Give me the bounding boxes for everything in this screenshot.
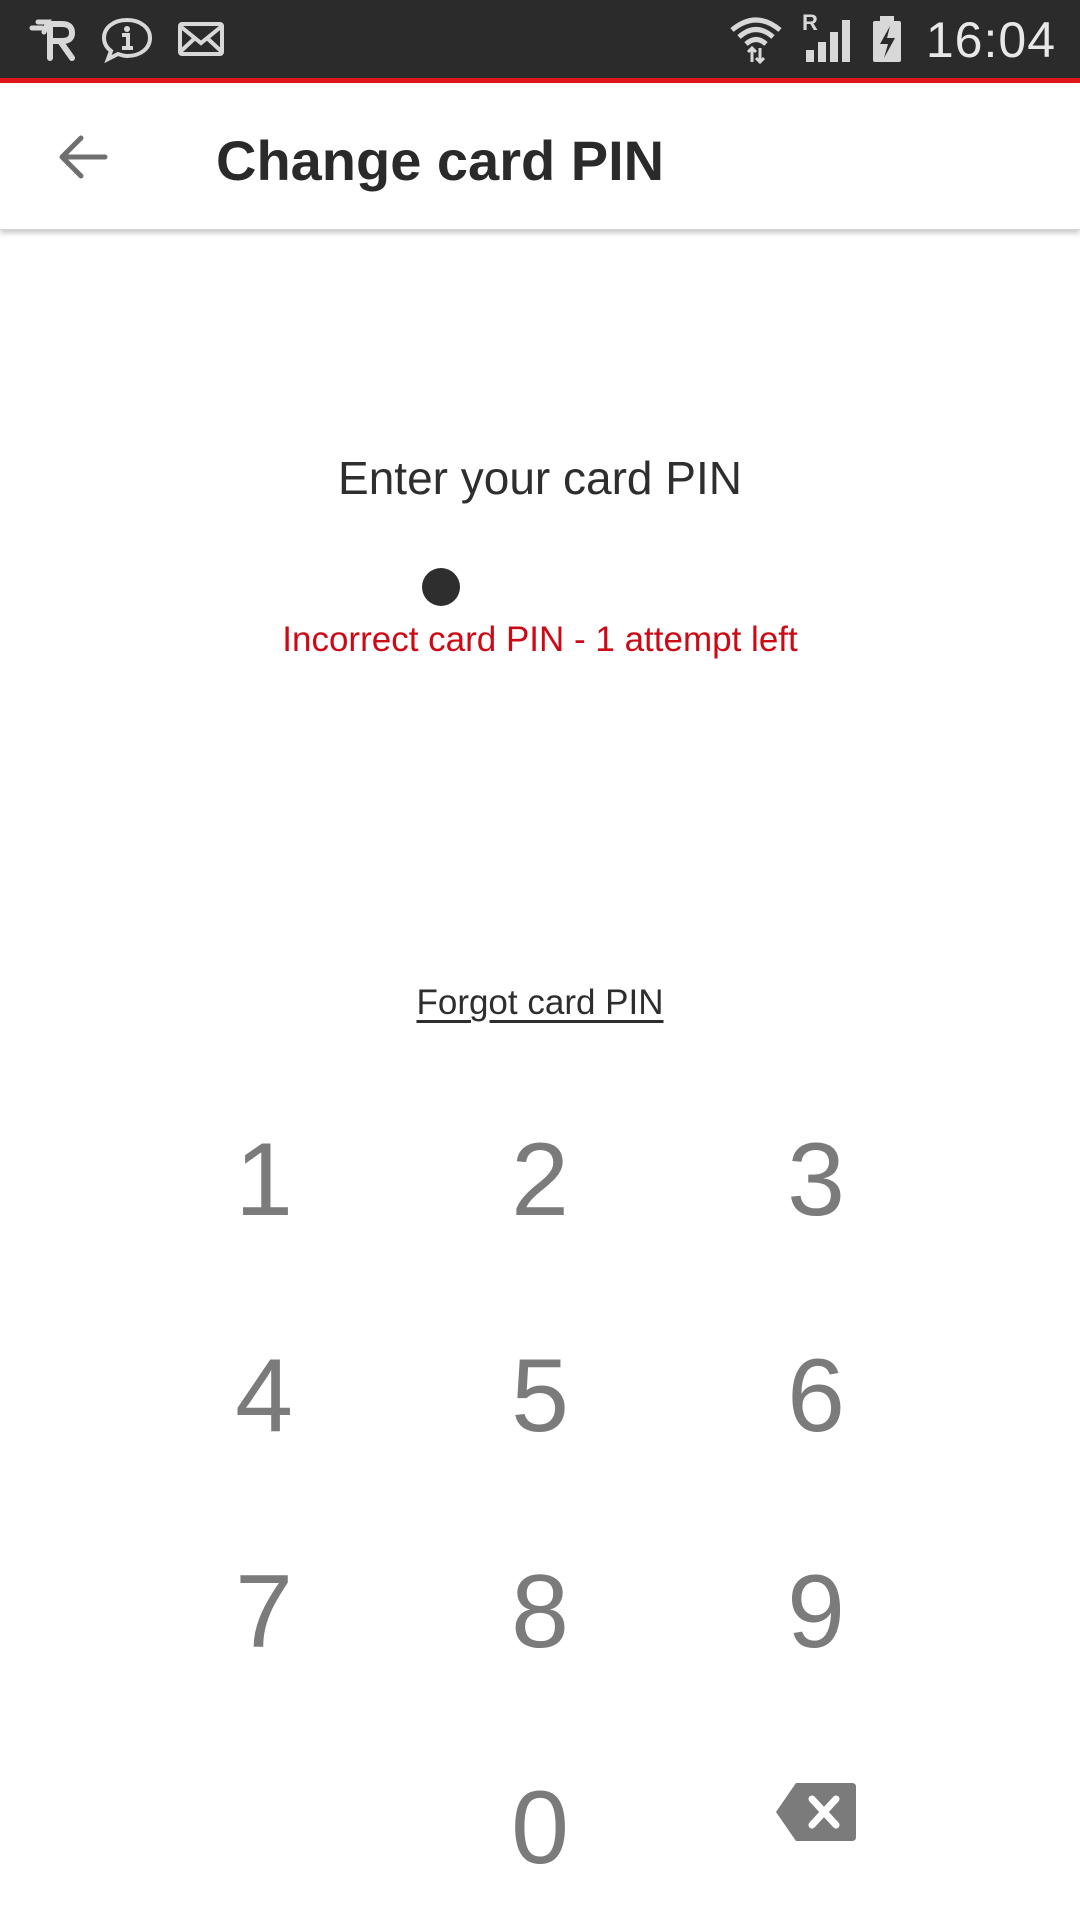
- key-1[interactable]: 1: [144, 1090, 384, 1270]
- battery-charging-icon: [873, 16, 901, 62]
- info-chat-icon: [101, 17, 153, 64]
- pin-prompt: Enter your card PIN: [338, 452, 742, 504]
- page-title: Change card PIN: [216, 129, 665, 192]
- wifi-icon: [730, 17, 782, 64]
- key-7[interactable]: 7: [144, 1522, 384, 1702]
- backspace-icon: [776, 1783, 856, 1841]
- forgot-pin-link[interactable]: Forgot card PIN: [416, 983, 663, 1022]
- status-clock: 16:04: [925, 12, 1056, 68]
- key-8[interactable]: 8: [420, 1522, 660, 1702]
- status-bar: R 16:04: [0, 0, 1080, 78]
- arrow-back-icon: [59, 135, 108, 179]
- pin-dot-filled: [422, 568, 460, 606]
- app-notification-icon: [29, 19, 75, 61]
- delete-button[interactable]: [696, 1722, 936, 1902]
- key-2[interactable]: 2: [420, 1090, 660, 1270]
- cell-signal-icon: [806, 20, 850, 62]
- key-6[interactable]: 6: [696, 1306, 936, 1486]
- mail-icon: [178, 22, 224, 56]
- key-4[interactable]: 4: [144, 1306, 384, 1486]
- key-0[interactable]: 0: [420, 1738, 660, 1918]
- key-3[interactable]: 3: [696, 1090, 936, 1270]
- pin-error-message: Incorrect card PIN - 1 attempt left: [282, 620, 798, 659]
- back-button[interactable]: [38, 117, 128, 197]
- forgot-pin-row: Forgot card PIN: [0, 978, 1080, 1028]
- pin-dots: [0, 568, 1080, 608]
- numeric-keypad: 1 2 3 4 5 6 7 8 9 0: [0, 1090, 1080, 1920]
- key-9[interactable]: 9: [696, 1522, 936, 1702]
- app-toolbar: Change card PIN: [0, 83, 1080, 230]
- key-5[interactable]: 5: [420, 1306, 660, 1486]
